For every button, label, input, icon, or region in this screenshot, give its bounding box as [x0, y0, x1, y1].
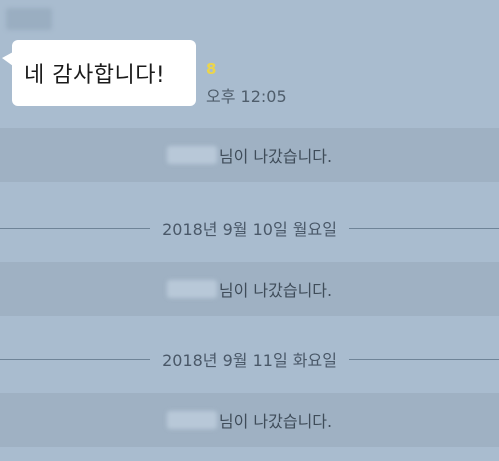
date-label: 2018년 9월 10일 월요일 — [162, 220, 337, 239]
unread-count: 8 — [206, 60, 217, 78]
leave-notice: 님이 나갔습니다. — [0, 393, 499, 447]
date-separator: 2018년 9월 11일 화요일 — [0, 349, 499, 370]
date-label: 2018년 9월 11일 화요일 — [162, 351, 337, 370]
leave-notice-text: 님이 나갔습니다. — [218, 412, 333, 431]
sender-name-blurred — [6, 8, 52, 30]
date-separator: 2018년 9월 10일 월요일 — [0, 218, 499, 239]
separator-line — [348, 358, 499, 360]
separator-line — [0, 358, 151, 360]
user-name-blurred — [166, 280, 217, 298]
leave-notice-text: 님이 나갔습니다. — [218, 147, 333, 166]
message-text: 네 감사합니다! — [24, 63, 166, 88]
leave-notice: 님이 나갔습니다. — [0, 128, 499, 182]
leave-notice: 님이 나갔습니다. — [0, 262, 499, 316]
message-bubble[interactable]: 네 감사합니다! — [2, 40, 196, 106]
message-time: 오후 12:05 — [206, 87, 287, 106]
user-name-blurred — [166, 146, 217, 164]
separator-line — [348, 227, 499, 229]
user-name-blurred — [166, 411, 217, 429]
separator-line — [0, 227, 151, 229]
leave-notice-text: 님이 나갔습니다. — [218, 281, 333, 300]
